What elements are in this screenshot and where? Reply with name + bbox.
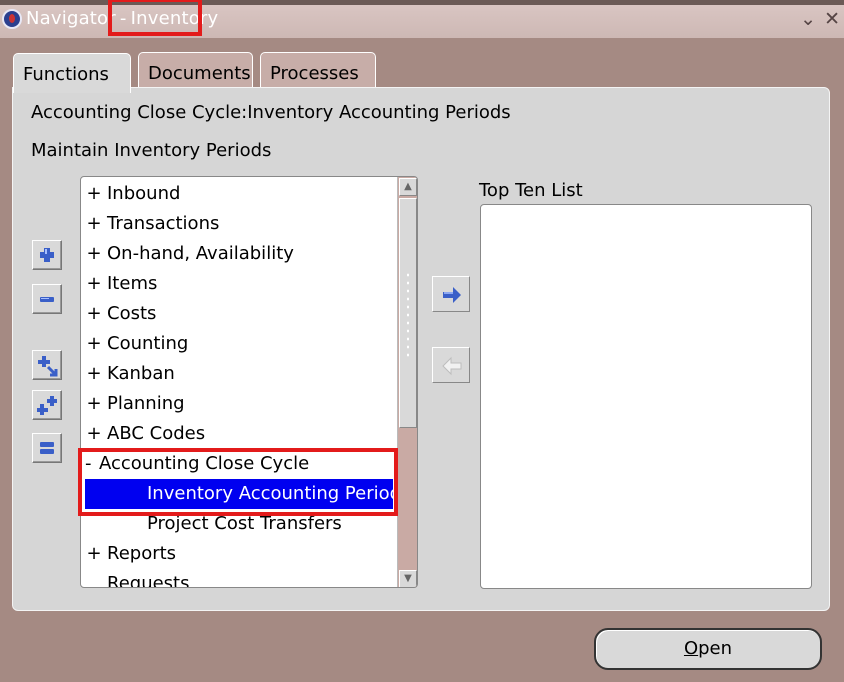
expand-node-icon[interactable]: + bbox=[85, 329, 103, 359]
arrow-left-icon bbox=[442, 356, 462, 376]
tree-item-label: Requests bbox=[107, 573, 190, 588]
tree-item-label: Reports bbox=[107, 543, 177, 564]
expand-node-icon[interactable]: + bbox=[85, 389, 103, 419]
tree-item-label: Items bbox=[107, 273, 158, 294]
tree-item[interactable]: + ABC Codes bbox=[81, 419, 397, 449]
open-button[interactable]: Open bbox=[594, 628, 822, 670]
tree-item[interactable]: + Counting bbox=[81, 329, 397, 359]
tree-item[interactable]: Requests bbox=[81, 569, 397, 588]
expand-all-icon bbox=[37, 396, 57, 415]
expand-node-icon[interactable]: + bbox=[85, 419, 103, 449]
arrow-right-icon bbox=[443, 287, 461, 303]
function-breadcrumb: Accounting Close Cycle:Inventory Account… bbox=[31, 102, 511, 123]
oracle-logo-icon bbox=[2, 9, 22, 29]
open-button-label: pen bbox=[698, 638, 733, 659]
expand-node-icon[interactable]: + bbox=[85, 299, 103, 329]
tree-item-label: Planning bbox=[107, 393, 185, 414]
expand-branch-icon bbox=[38, 356, 58, 377]
minimize-icon[interactable]: ⌄ bbox=[800, 8, 816, 30]
expand-button[interactable] bbox=[32, 240, 62, 270]
tree-item-label: Inbound bbox=[107, 183, 181, 204]
collapse-all-icon bbox=[40, 442, 54, 454]
tree-item-label: Costs bbox=[107, 303, 157, 324]
tree-item-label: Project Cost Transfers bbox=[147, 513, 342, 534]
scroll-grip-icon bbox=[405, 271, 411, 361]
tree-item-label: On-hand, Availability bbox=[107, 243, 294, 264]
tree-item[interactable]: + Kanban bbox=[81, 359, 397, 389]
top-ten-label: Top Ten List bbox=[479, 180, 583, 201]
highlight-box-responsibility bbox=[108, 0, 202, 36]
expand-node-icon[interactable]: + bbox=[85, 269, 103, 299]
tab-documents[interactable]: Documents bbox=[138, 52, 253, 90]
expand-node-icon[interactable]: + bbox=[85, 179, 103, 209]
open-button-mnemonic: O bbox=[683, 638, 699, 659]
scroll-thumb[interactable] bbox=[399, 198, 417, 428]
tree-item[interactable]: + Transactions bbox=[81, 209, 397, 239]
tree-item[interactable]: + Costs bbox=[81, 299, 397, 329]
add-to-top-ten-button[interactable] bbox=[432, 276, 470, 312]
tab-processes[interactable]: Processes bbox=[260, 52, 376, 90]
top-ten-list[interactable] bbox=[480, 204, 812, 589]
expand-plus-icon bbox=[40, 248, 54, 262]
expand-all-button[interactable] bbox=[32, 390, 62, 420]
highlight-box-accounting-close bbox=[78, 448, 398, 516]
collapse-minus-icon bbox=[40, 297, 54, 302]
tree-scrollbar[interactable]: ▲ ▼ bbox=[397, 177, 417, 587]
expand-node-icon[interactable]: + bbox=[85, 539, 103, 569]
tree-item-label: Counting bbox=[107, 333, 189, 354]
function-tree[interactable]: + Inbound + Transactions + On-hand, Availabil… bbox=[80, 176, 418, 588]
tree-item-label: Kanban bbox=[107, 363, 175, 384]
tab-functions[interactable]: Functions bbox=[13, 53, 131, 93]
tree-item[interactable]: + Planning bbox=[81, 389, 397, 419]
scroll-down-icon[interactable]: ▼ bbox=[399, 570, 417, 587]
function-description: Maintain Inventory Periods bbox=[31, 140, 272, 161]
tree-item-label: ABC Codes bbox=[107, 423, 206, 444]
title-app-name: Navigator bbox=[26, 8, 116, 29]
close-icon[interactable]: ✕ bbox=[824, 8, 840, 30]
expand-node-icon[interactable]: + bbox=[85, 209, 103, 239]
expand-node-icon[interactable]: + bbox=[85, 359, 103, 389]
tree-item-label: Transactions bbox=[107, 213, 220, 234]
collapse-all-button[interactable] bbox=[32, 433, 62, 463]
collapse-button[interactable] bbox=[32, 284, 62, 314]
tree-item[interactable]: + Reports bbox=[81, 539, 397, 569]
tree-item[interactable]: + Inbound bbox=[81, 179, 397, 209]
remove-from-top-ten-button[interactable] bbox=[432, 347, 470, 383]
expand-node-icon[interactable]: + bbox=[85, 239, 103, 269]
tree-item[interactable]: + Items bbox=[81, 269, 397, 299]
tree-item[interactable]: + On-hand, Availability bbox=[81, 239, 397, 269]
scroll-up-icon[interactable]: ▲ bbox=[399, 178, 417, 196]
expand-branch-button[interactable] bbox=[32, 350, 62, 380]
